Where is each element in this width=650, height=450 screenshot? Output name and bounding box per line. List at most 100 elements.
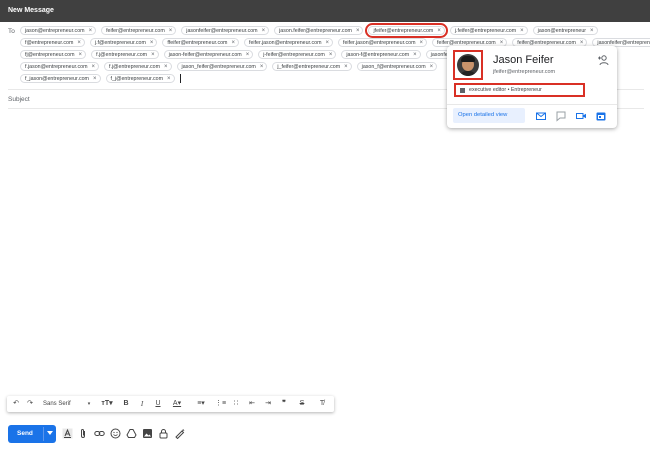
email-icon[interactable]	[535, 110, 547, 122]
italic-icon[interactable]: I	[137, 399, 147, 409]
emoji-icon[interactable]	[110, 428, 121, 439]
attach-icon[interactable]	[78, 428, 89, 439]
building-icon	[460, 88, 465, 93]
undo-icon[interactable]: ↶	[11, 399, 21, 409]
recipient-chip[interactable]: jasonfeifer@entrepreneur.com ×	[181, 26, 270, 35]
bulleted-list-icon[interactable]: ∷	[231, 399, 241, 409]
remove-recipient-icon[interactable]: ×	[262, 28, 266, 34]
recipient-chip[interactable]: feifer.jason@entrepreneur.com ×	[243, 38, 334, 47]
remove-recipient-icon[interactable]: ×	[356, 28, 360, 34]
remove-recipient-icon[interactable]: ×	[326, 40, 330, 46]
remove-recipient-icon[interactable]: ×	[329, 52, 333, 58]
formatting-options-icon[interactable]	[62, 428, 73, 439]
numbered-list-icon[interactable]: ⋮≡	[215, 399, 226, 409]
recipient-chip[interactable]: jfeifer@entrepreneur.com ×	[365, 23, 448, 38]
remove-recipient-icon[interactable]: ×	[437, 28, 441, 34]
bottom-toolbar: Send	[0, 423, 650, 445]
recipient-email: f@entrepreneur.com	[25, 39, 74, 46]
photo-icon[interactable]	[142, 428, 153, 439]
remove-recipient-icon[interactable]: ×	[92, 64, 96, 70]
calendar-icon[interactable]	[595, 110, 607, 122]
send-button[interactable]: Send	[8, 425, 56, 443]
remove-recipient-icon[interactable]: ×	[590, 28, 594, 34]
recipient-chip[interactable]: jason_feifer@entrepreneur.com ×	[176, 62, 268, 71]
remove-recipient-icon[interactable]: ×	[167, 76, 171, 82]
remove-recipient-icon[interactable]: ×	[430, 64, 434, 70]
remove-recipient-icon[interactable]: ×	[344, 64, 348, 70]
remove-recipient-icon[interactable]: ×	[231, 40, 235, 46]
remove-recipient-icon[interactable]: ×	[77, 40, 81, 46]
recipient-chip[interactable]: j.f@entrepreneur.com ×	[89, 38, 158, 47]
open-detailed-view-button[interactable]: Open detailed view	[453, 108, 525, 123]
recipient-email: jasonfeifer@entrepreneur.com	[597, 39, 650, 46]
recipient-chip[interactable]: f_jason@entrepreneur.com ×	[20, 74, 101, 83]
remove-recipient-icon[interactable]: ×	[79, 52, 83, 58]
quote-icon[interactable]: ❞	[279, 399, 289, 409]
remove-recipient-icon[interactable]: ×	[500, 40, 504, 46]
avatar-highlight	[453, 50, 483, 80]
remove-recipient-icon[interactable]: ×	[420, 40, 424, 46]
recipient-chip[interactable]: feifer@entrepreneur.com ×	[101, 26, 177, 35]
remove-recipient-icon[interactable]: ×	[89, 28, 93, 34]
subject-input[interactable]: Subject	[8, 96, 30, 103]
recipient-email: f.jason@entrepreneur.com	[25, 63, 88, 70]
recipient-chip[interactable]: f.j@entrepreneur.com ×	[104, 62, 172, 71]
recipient-email: jason_feifer@entrepreneur.com	[181, 63, 256, 70]
video-icon[interactable]	[575, 110, 587, 122]
recipient-chip[interactable]: j-feifer@entrepreneur.com ×	[258, 50, 337, 59]
remove-recipient-icon[interactable]: ×	[520, 28, 524, 34]
add-contact-icon[interactable]	[597, 54, 609, 66]
send-label: Send	[17, 430, 33, 437]
indent-more-icon[interactable]: ⇥	[263, 399, 273, 409]
recipient-chip[interactable]: f.jason@entrepreneur.com ×	[20, 62, 100, 71]
remove-recipient-icon[interactable]: ×	[164, 64, 168, 70]
align-icon[interactable]: ≡▾	[193, 399, 209, 409]
recipient-chip[interactable]: f@entrepreneur.com ×	[20, 38, 85, 47]
remove-recipient-icon[interactable]: ×	[93, 76, 97, 82]
strikethrough-icon[interactable]: S	[297, 399, 307, 409]
remove-recipient-icon[interactable]: ×	[246, 52, 250, 58]
recipient-chip[interactable]: ffeifer@entrepreneur.com ×	[162, 38, 239, 47]
remove-recipient-icon[interactable]: ×	[413, 52, 417, 58]
recipient-chip[interactable]: j_feifer@entrepreneur.com ×	[272, 62, 352, 71]
recipient-chip[interactable]: jason@entrepreneur.com ×	[20, 26, 97, 35]
recipient-email: jason@entrepreneur	[537, 27, 587, 34]
confidential-icon[interactable]	[158, 428, 169, 439]
font-size-icon[interactable]: ᴛT▾	[99, 399, 115, 409]
font-family-select[interactable]: Sans Serif	[43, 399, 85, 409]
remove-recipient-icon[interactable]: ×	[169, 28, 173, 34]
remove-recipient-icon[interactable]: ×	[260, 64, 264, 70]
recipient-chip[interactable]: jason_f@entrepreneur.com ×	[356, 62, 438, 71]
recipient-chip[interactable]: jason@entrepreneur ×	[532, 26, 598, 35]
text-cursor	[179, 74, 181, 83]
signature-icon[interactable]	[174, 428, 185, 439]
recipient-chip[interactable]: f_j@entrepreneur.com ×	[105, 74, 175, 83]
recipient-chip[interactable]: jason.feifer@entrepreneur.com ×	[274, 26, 364, 35]
indent-less-icon[interactable]: ⇤	[247, 399, 257, 409]
bold-icon[interactable]: B	[121, 399, 131, 409]
schedule-send-chevron-icon[interactable]	[47, 431, 53, 435]
recipient-chip[interactable]: jason-f@entrepreneur.com ×	[341, 50, 421, 59]
remove-recipient-icon[interactable]: ×	[150, 40, 154, 46]
recipient-email: feifer.jason@entrepreneur.com	[248, 39, 322, 46]
recipient-chip[interactable]: jason-feifer@entrepreneur.com ×	[163, 50, 254, 59]
recipient-email: feifer@entrepreneur.com	[437, 39, 496, 46]
recipient-email: f_jason@entrepreneur.com	[25, 75, 89, 82]
recipient-chip[interactable]: feifer.jason@entrepreneur.com ×	[338, 38, 428, 47]
underline-icon[interactable]: U	[153, 399, 163, 409]
text-color-icon[interactable]: A▾	[169, 399, 185, 409]
remove-recipient-icon[interactable]: ×	[151, 52, 155, 58]
recipient-email: j-feifer@entrepreneur.com	[263, 51, 325, 58]
formatting-toolbar: ↶ ↷ Sans Serif ▾ ᴛT▾ B I U A▾ ≡▾ ⋮≡ ∷ ⇤ …	[7, 396, 334, 412]
drive-icon[interactable]	[126, 428, 137, 439]
redo-icon[interactable]: ↷	[25, 399, 35, 409]
remove-recipient-icon[interactable]: ×	[580, 40, 584, 46]
recipient-chip[interactable]: fj@entrepreneur.com ×	[20, 50, 87, 59]
recipient-chip[interactable]: j.feifer@entrepreneur.com ×	[449, 26, 528, 35]
card-actions: Open detailed view	[447, 104, 617, 128]
recipient-chip[interactable]: f.j@entrepreneur.com ×	[91, 50, 159, 59]
link-icon[interactable]	[94, 428, 105, 439]
chat-icon[interactable]	[555, 110, 567, 122]
chevron-down-icon[interactable]: ▾	[85, 399, 93, 409]
remove-formatting-icon[interactable]: T̸	[317, 399, 327, 409]
